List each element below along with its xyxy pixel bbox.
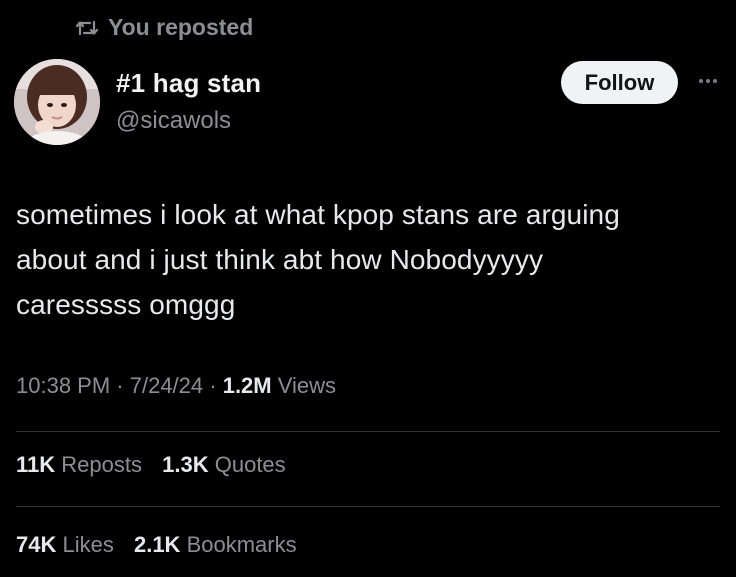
bookmarks-count: 2.1K: [133, 532, 181, 557]
more-icon[interactable]: [695, 72, 721, 90]
engagement-stats: 11K Reposts 1.3K Quotes: [16, 452, 300, 478]
reposts-stat[interactable]: 11K Reposts: [16, 452, 142, 477]
divider: [16, 506, 720, 507]
tweet-text: sometimes i look at what kpop stans are …: [16, 192, 716, 327]
tweet-meta: 10:38 PM · 7/24/24 · 1.2M Views: [16, 373, 336, 399]
engagement-stats: 74K Likes 2.1K Bookmarks: [16, 532, 311, 558]
avatar[interactable]: [14, 59, 100, 145]
bookmarks-label: Bookmarks: [186, 532, 297, 557]
tweet-line: sometimes i look at what kpop stans are …: [16, 199, 620, 230]
meta-separator: ·: [203, 373, 223, 398]
author-display-name[interactable]: #1 hag stan: [116, 68, 261, 99]
tweet-date[interactable]: 7/24/24: [130, 373, 203, 398]
likes-count: 74K: [16, 532, 57, 557]
views-label: Views: [271, 373, 337, 398]
reposts-count: 11K: [16, 452, 56, 477]
quotes-label: Quotes: [214, 452, 286, 477]
likes-stat[interactable]: 74K Likes: [16, 532, 114, 557]
quotes-stat[interactable]: 1.3K Quotes: [162, 452, 286, 477]
divider: [16, 431, 720, 432]
bookmarks-stat[interactable]: 2.1K Bookmarks: [134, 532, 297, 557]
author-handle[interactable]: @sicawols: [116, 107, 231, 135]
repost-header: You reposted: [76, 14, 253, 41]
reposts-label: Reposts: [61, 452, 142, 477]
tweet-time[interactable]: 10:38 PM: [16, 373, 110, 398]
quotes-count: 1.3K: [162, 452, 209, 477]
repost-icon: [76, 19, 98, 37]
tweet-line: about and i just think abt how Nobodyyyy…: [16, 244, 544, 275]
likes-label: Likes: [62, 532, 114, 557]
tweet-line: caresssss omggg: [16, 289, 236, 320]
follow-button[interactable]: Follow: [561, 61, 678, 104]
meta-separator: ·: [110, 373, 130, 398]
repost-text: You reposted: [108, 14, 254, 40]
views-count: 1.2M: [222, 373, 272, 398]
